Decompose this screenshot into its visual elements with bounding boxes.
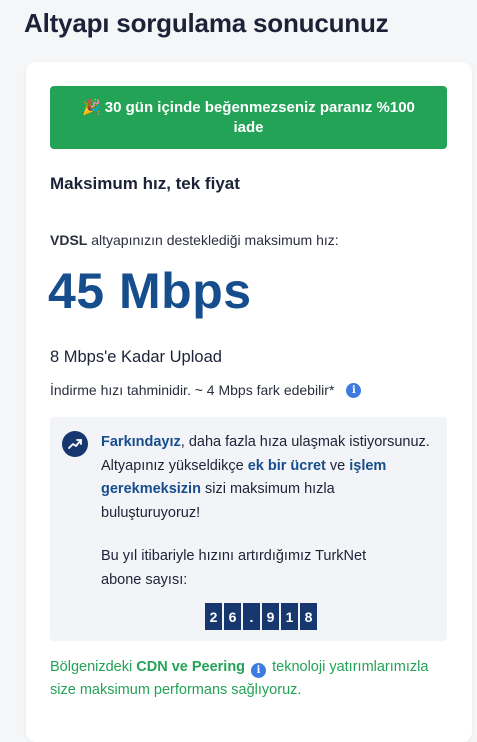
plan-subtitle: Maksimum hız, tek fiyat	[50, 174, 240, 193]
max-speed-value: 45 Mbps	[48, 263, 252, 319]
infra-type: VDSL	[50, 232, 88, 248]
cdn-note: Bölgenizdeki CDN ve Peering i teknoloji …	[50, 656, 450, 702]
subscriber-counter: 2 6 . 9 1 8	[205, 603, 317, 630]
awareness-box: Farkındayız, daha fazla hıza ulaşmak ist…	[50, 417, 447, 641]
counter-digit: 6	[224, 603, 241, 630]
awareness-text-part: ve	[325, 457, 350, 474]
guarantee-banner: 🎉 30 gün içinde beğenmezseniz paranız %10…	[50, 86, 447, 149]
counter-digit: 2	[205, 603, 222, 630]
infra-text: altyapınızın desteklediği maksimum hız:	[87, 232, 339, 248]
info-icon[interactable]: i	[346, 382, 362, 398]
info-icon[interactable]: i	[251, 663, 267, 678]
awareness-highlight: Farkındayız	[101, 434, 181, 450]
page-title: Altyapı sorgulama sonucunuz	[24, 8, 389, 38]
guarantee-text: 30 gün içinde beğenmezseniz paranız %100…	[104, 98, 415, 136]
trend-up-icon	[62, 431, 88, 457]
cdn-text-prefix: Bölgenizdeki	[50, 659, 137, 675]
upload-speed: 8 Mbps'e Kadar Upload	[50, 348, 222, 366]
cdn-highlight: CDN ve Peering	[136, 659, 246, 675]
counter-digit: 8	[300, 603, 317, 630]
counter-digit: 9	[262, 603, 279, 630]
awareness-text: Farkındayız, daha fazla hıza ulaşmak ist…	[101, 431, 431, 525]
infra-description: VDSL altyapınızın desteklediği maksimum …	[50, 232, 339, 248]
result-card: 🎉 30 gün içinde beğenmezseniz paranız %10…	[26, 62, 472, 742]
counter-digit: 1	[281, 603, 298, 630]
awareness-highlight: ek bir ücret	[247, 457, 326, 474]
counter-digit: .	[243, 603, 260, 630]
subscriber-count-label: Bu yıl itibariyle hızını artırdığımız Tu…	[101, 548, 367, 588]
speed-estimate-note: İndirme hızı tahminidir. ~ 4 Mbps fark e…	[50, 382, 362, 398]
party-popper-icon: 🎉	[82, 98, 101, 116]
estimate-text: İndirme hızı tahminidir. ~ 4 Mbps fark e…	[50, 382, 335, 398]
